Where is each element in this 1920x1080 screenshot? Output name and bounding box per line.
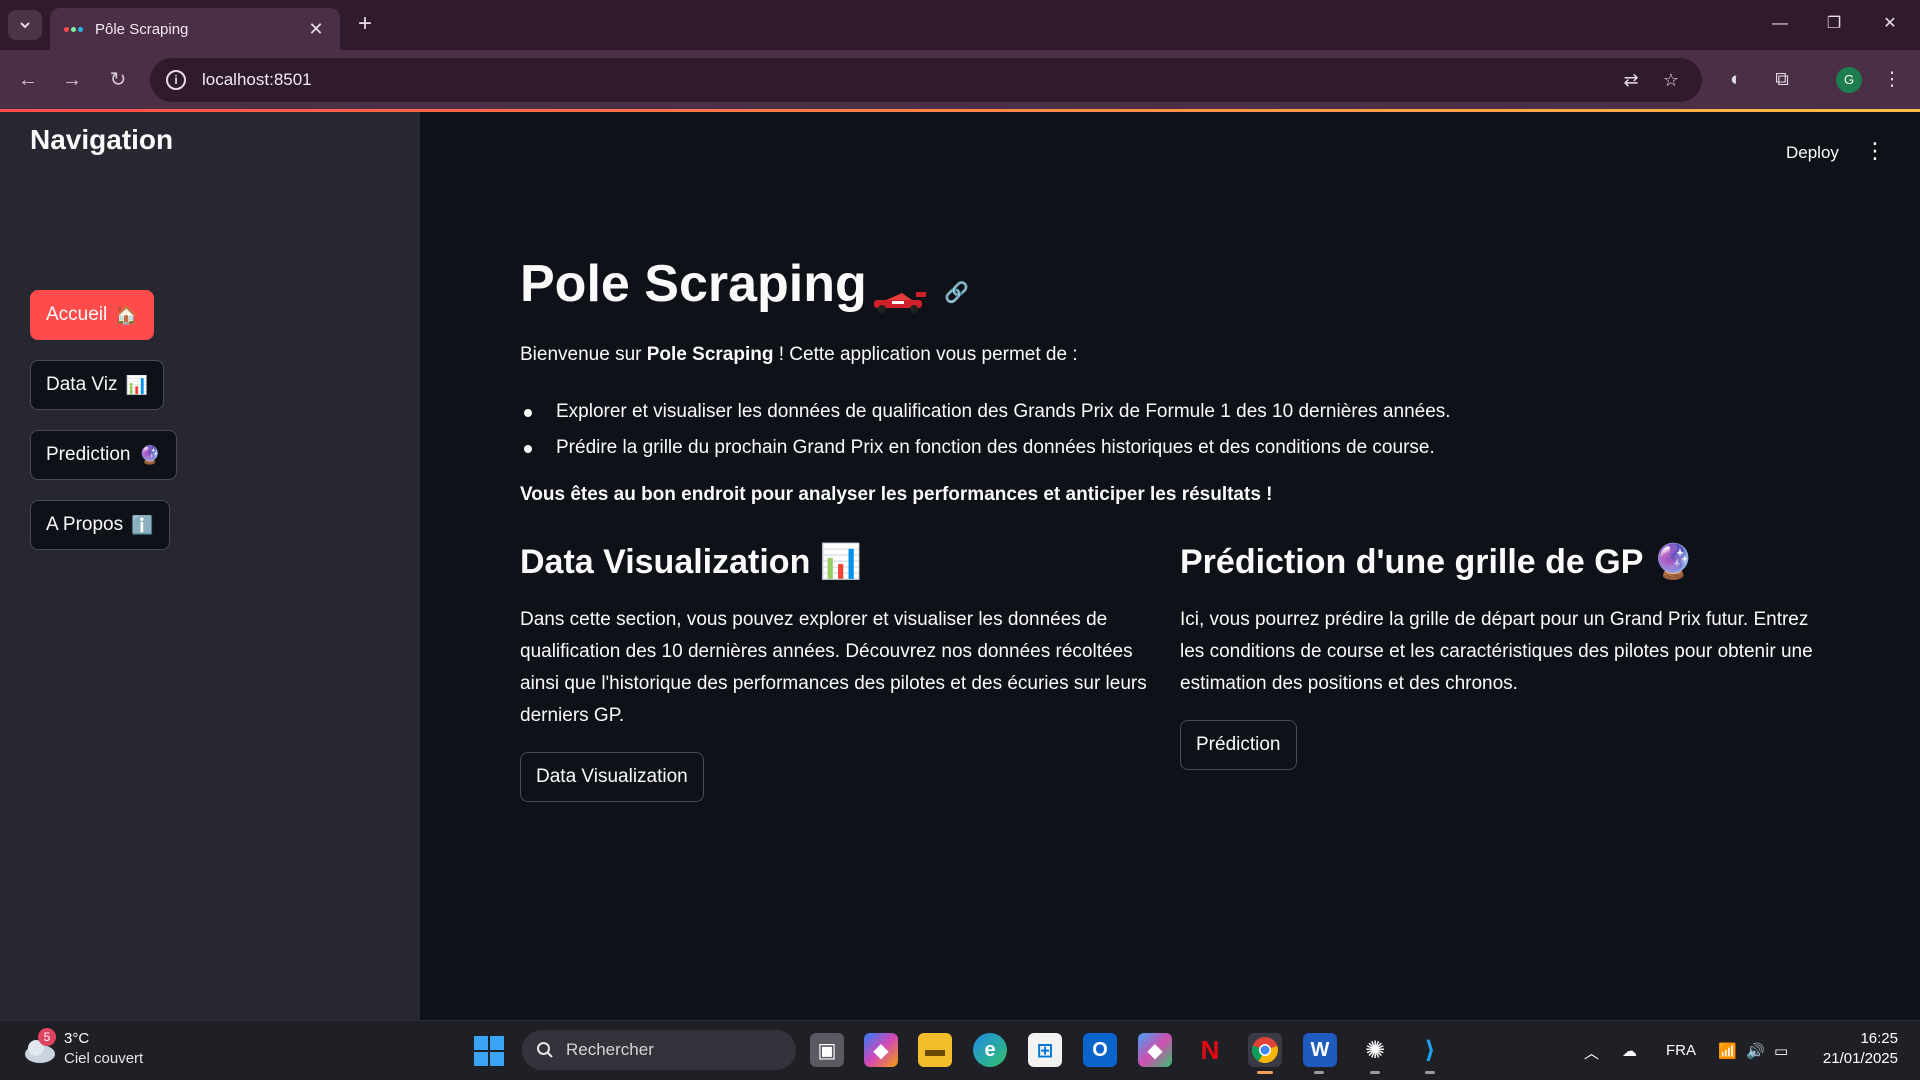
list-item: Explorer et visualiser les données de qu… — [520, 394, 1820, 430]
data-visualization-heading: Data Visualization 📊 — [520, 543, 863, 581]
chevron-up-icon[interactable]: ︿ — [1584, 1042, 1599, 1063]
volume-icon[interactable]: 🔊 — [1746, 1042, 1765, 1060]
minimize-button[interactable]: — — [1760, 10, 1800, 38]
extension-icon[interactable]: ◐ — [1720, 64, 1752, 96]
intro-text: Bienvenue sur Pole Scraping ! Cette appl… — [520, 344, 1078, 365]
edge-browser-icon[interactable]: e — [973, 1033, 1007, 1067]
address-bar[interactable]: i localhost:8501 ⇄ ☆ — [150, 58, 1702, 102]
tab-search-button[interactable] — [8, 10, 42, 40]
bar-chart-icon: 📊 — [819, 543, 863, 581]
microsoft-365-icon[interactable]: ◆ — [1138, 1033, 1172, 1067]
microsoft-store-icon[interactable]: ⊞ — [1028, 1033, 1062, 1067]
chrome-icon[interactable] — [1248, 1033, 1282, 1067]
site-info-icon[interactable]: i — [166, 70, 186, 90]
crystal-ball-icon: 🔮 — [138, 444, 161, 465]
language-indicator[interactable]: FRA — [1666, 1042, 1696, 1059]
new-tab-button[interactable]: + — [352, 12, 378, 38]
list-item: Prédire la grille du prochain Grand Prix… — [520, 430, 1820, 466]
bookmark-star-icon[interactable]: ☆ — [1656, 65, 1686, 95]
chatgpt-icon[interactable]: ✺ — [1358, 1033, 1392, 1067]
crystal-ball-icon: 🔮 — [1652, 543, 1695, 581]
racing-car-icon — [874, 292, 926, 313]
prediction-heading: Prédiction d'une grille de GP 🔮 — [1180, 543, 1695, 581]
weather-description[interactable]: Ciel couvert — [64, 1050, 143, 1067]
prediction-text: Ici, vous pourrez prédire la grille de d… — [1180, 609, 1813, 694]
data-visualization-text: Dans cette section, vous pouvez explorer… — [520, 609, 1147, 726]
sidebar-item-a-propos[interactable]: A Propos ℹ️ — [30, 500, 170, 550]
close-tab-icon[interactable]: ✕ — [306, 19, 326, 40]
weather-notification-badge: 5 — [38, 1028, 56, 1046]
url-text[interactable]: localhost:8501 — [202, 70, 1606, 90]
feature-list: Explorer et visualiser les données de qu… — [520, 394, 1820, 466]
bar-chart-icon: 📊 — [125, 374, 148, 395]
anchor-link-icon[interactable]: 🔗 — [944, 280, 969, 305]
tagline: Vous êtes au bon endroit pour analyser l… — [520, 484, 1273, 505]
taskbar-search[interactable]: Rechercher — [522, 1030, 796, 1070]
word-icon[interactable]: W — [1303, 1033, 1337, 1067]
house-icon: 🏠 — [115, 304, 138, 325]
sidebar-item-label: Prediction — [46, 444, 131, 465]
data-visualization-button[interactable]: Data Visualization — [520, 752, 704, 802]
close-window-button[interactable]: ✕ — [1870, 10, 1910, 38]
task-view-icon[interactable]: ▣ — [810, 1033, 844, 1067]
vscode-icon[interactable]: ⟩ — [1413, 1033, 1447, 1067]
restore-button[interactable]: ❐ — [1814, 10, 1854, 38]
browser-menu-icon[interactable]: ⋮ — [1876, 64, 1908, 96]
weather-temperature[interactable]: 3°C — [64, 1030, 89, 1047]
browser-toolbar: ← → ↻ i localhost:8501 ⇄ ☆ ◐ ⧉ G ⋮ — [0, 50, 1920, 110]
reload-icon[interactable]: ↻ — [102, 64, 134, 96]
sidebar-item-accueil[interactable]: Accueil 🏠 — [30, 290, 154, 340]
sidebar-item-label: Data Viz — [46, 374, 118, 395]
clock-time[interactable]: 16:25 — [1858, 1030, 1898, 1047]
prediction-button[interactable]: Prédiction — [1180, 720, 1297, 770]
page-title: Pole Scraping — [520, 255, 867, 313]
sidebar-title: Navigation — [30, 124, 174, 155]
word-open-indicator — [1314, 1071, 1324, 1074]
profile-avatar[interactable]: G — [1836, 67, 1862, 93]
outlook-icon[interactable]: O — [1083, 1033, 1117, 1067]
sidebar-item-label: A Propos — [46, 514, 124, 535]
sidebar — [0, 112, 420, 1020]
chrome-active-indicator — [1257, 1071, 1273, 1074]
sidebar-item-label: Accueil — [46, 304, 108, 325]
sidebar-item-data-viz[interactable]: Data Viz 📊 — [30, 360, 164, 410]
chrome-logo-icon — [1251, 1037, 1278, 1064]
deploy-button[interactable]: Deploy — [1786, 143, 1839, 163]
sidebar-item-prediction[interactable]: Prediction 🔮 — [30, 430, 177, 480]
file-explorer-icon[interactable]: ▬ — [918, 1033, 952, 1067]
info-icon: ℹ️ — [131, 514, 154, 535]
forward-arrow-icon[interactable]: → — [56, 64, 88, 96]
browser-tab-bar: Pôle Scraping ✕ + — ❐ ✕ — [0, 0, 1920, 50]
netflix-icon[interactable]: N — [1193, 1033, 1227, 1067]
extensions-puzzle-icon[interactable]: ⧉ — [1766, 64, 1798, 96]
streamlit-favicon-icon — [64, 26, 83, 32]
more-options-icon[interactable]: ⋮ — [1864, 140, 1886, 162]
copilot-icon[interactable]: ◆ — [864, 1033, 898, 1067]
wifi-icon[interactable]: 📶 — [1718, 1042, 1737, 1060]
onedrive-cloud-icon[interactable]: ☁ — [1622, 1042, 1637, 1060]
clock-date[interactable]: 21/01/2025 — [1818, 1050, 1898, 1067]
chatgpt-open-indicator — [1370, 1071, 1380, 1074]
vscode-open-indicator — [1425, 1071, 1435, 1074]
windows-start-icon[interactable] — [474, 1036, 504, 1066]
back-arrow-icon[interactable]: ← — [12, 64, 44, 96]
chevron-down-icon — [20, 22, 30, 29]
tab-title: Pôle Scraping — [95, 20, 189, 38]
browser-tab[interactable]: Pôle Scraping ✕ — [50, 8, 340, 50]
translate-icon[interactable]: ⇄ — [1616, 65, 1646, 95]
search-icon — [537, 1042, 553, 1058]
battery-icon[interactable]: ▭ — [1774, 1042, 1788, 1060]
search-placeholder: Rechercher — [566, 1040, 654, 1059]
